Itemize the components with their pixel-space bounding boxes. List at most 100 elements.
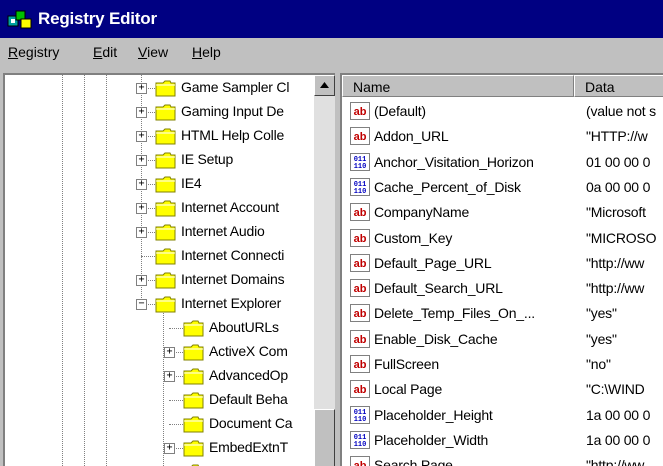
svg-text:ab: ab bbox=[354, 308, 367, 320]
folder-icon bbox=[155, 224, 176, 241]
value-name: Search Page bbox=[374, 457, 453, 466]
scroll-up-button[interactable] bbox=[314, 75, 335, 96]
tree-connector bbox=[169, 328, 183, 329]
menu-registry[interactable]: Registry bbox=[8, 44, 59, 60]
title-bar[interactable]: Registry Editor bbox=[0, 0, 663, 38]
scroll-thumb[interactable] bbox=[314, 409, 335, 466]
folder-icon bbox=[183, 440, 204, 457]
menu-edit[interactable]: Edit bbox=[93, 44, 117, 60]
tree-item[interactable]: + ActiveX Com bbox=[5, 341, 314, 365]
tree-item[interactable]: + Game Sampler Cl bbox=[5, 77, 314, 101]
expand-icon[interactable]: + bbox=[136, 83, 147, 94]
value-row[interactable]: ab FullScreen "no" bbox=[342, 352, 663, 377]
tree-item-label: Gaming Input De bbox=[181, 103, 284, 119]
value-row[interactable]: ab CompanyName "Microsoft bbox=[342, 200, 663, 225]
value-row[interactable]: 011 110 Placeholder_Height 1a 00 00 0 bbox=[342, 403, 663, 428]
value-row[interactable]: ab Default_Search_URL "http://ww bbox=[342, 276, 663, 301]
tree-item[interactable]: + IE4 bbox=[5, 173, 314, 197]
expand-icon[interactable]: + bbox=[164, 443, 175, 454]
expand-icon[interactable]: + bbox=[136, 275, 147, 286]
expand-icon[interactable]: + bbox=[136, 227, 147, 238]
value-name: Addon_URL bbox=[374, 128, 449, 145]
value-data: (value not s bbox=[586, 103, 656, 119]
tree-item[interactable]: + Internet Domains bbox=[5, 269, 314, 293]
tree-item[interactable]: + AdvancedOp bbox=[5, 365, 314, 389]
tree-item[interactable]: + Internet Account bbox=[5, 197, 314, 221]
column-header-data[interactable]: Data bbox=[574, 75, 663, 97]
binary-value-icon: 011110 bbox=[350, 405, 370, 424]
folder-icon bbox=[155, 272, 176, 289]
tree-item-label: AboutURLs bbox=[209, 319, 279, 335]
svg-text:110: 110 bbox=[354, 188, 367, 196]
tree-item[interactable]: Internet Connecti bbox=[5, 245, 314, 269]
menu-view[interactable]: View bbox=[138, 44, 168, 60]
tree-item[interactable]: + Internet Audio bbox=[5, 221, 314, 245]
tree-connector bbox=[169, 424, 183, 425]
menu-help[interactable]: Help bbox=[192, 44, 221, 60]
triangle-up-icon bbox=[320, 82, 329, 88]
value-row[interactable]: ab Default_Page_URL "http://ww bbox=[342, 251, 663, 276]
value-row[interactable]: ab Enable_Disk_Cache "yes" bbox=[342, 327, 663, 352]
folder-icon bbox=[155, 248, 176, 265]
expand-icon[interactable]: + bbox=[136, 155, 147, 166]
string-value-icon: ab bbox=[350, 203, 370, 222]
folder-icon bbox=[155, 296, 176, 313]
menu-registry-label: egistry bbox=[18, 44, 60, 60]
registry-editor-app-icon bbox=[7, 10, 32, 29]
registry-key-tree[interactable]: + Game Sampler Cl + Gaming Input De + HTML He… bbox=[3, 73, 335, 466]
svg-text:ab: ab bbox=[354, 258, 367, 270]
menu-help-mnemonic: H bbox=[192, 44, 203, 60]
binary-value-icon: 011110 bbox=[350, 177, 370, 196]
collapse-icon[interactable]: − bbox=[136, 299, 147, 310]
value-row[interactable]: ab Addon_URL "HTTP://w bbox=[342, 124, 663, 149]
value-data: 0a 00 00 0 bbox=[586, 178, 651, 195]
value-row[interactable]: 011 110 Cache_Percent_of_Disk 0a 00 00 0 bbox=[342, 175, 663, 200]
tree-item-label: AdvancedOp bbox=[209, 367, 288, 383]
value-row[interactable]: 011 110 Anchor_Visitation_Horizon 01 00 00 … bbox=[342, 150, 663, 175]
tree-item-label: Game Sampler Cl bbox=[181, 79, 290, 95]
folder-icon bbox=[183, 344, 204, 361]
menu-view-label: iew bbox=[147, 44, 169, 60]
svg-text:ab: ab bbox=[354, 283, 367, 295]
value-row[interactable]: ab Custom_Key "MICROSO bbox=[342, 226, 663, 251]
registry-values-list[interactable]: Name Data ab (Default) (value not s ab Addon… bbox=[340, 73, 663, 466]
svg-text:ab: ab bbox=[354, 106, 367, 118]
value-row[interactable]: 011 110 Placeholder_Width 1a 00 00 0 bbox=[342, 428, 663, 453]
tree-item-label: Internet Account bbox=[181, 199, 279, 215]
tree-item-label: HTML Help Colle bbox=[181, 127, 285, 143]
tree-vertical-scrollbar[interactable] bbox=[314, 75, 335, 466]
folder-icon bbox=[155, 200, 176, 217]
svg-text:ab: ab bbox=[354, 233, 367, 245]
tree-item[interactable]: Document Ca bbox=[5, 413, 314, 437]
main-content: + Game Sampler Cl + Gaming Input De + HTML He… bbox=[0, 70, 663, 466]
expand-icon[interactable]: + bbox=[164, 347, 175, 358]
tree-item[interactable]: − Internet Explorer bbox=[5, 293, 314, 317]
value-row[interactable]: ab Search Page "http://ww bbox=[342, 453, 663, 466]
value-data: "no" bbox=[586, 356, 611, 372]
tree-item-label: IE Setup bbox=[181, 151, 234, 167]
expand-icon[interactable]: + bbox=[136, 203, 147, 214]
tree-connector bbox=[141, 256, 155, 257]
tree-item[interactable]: + HTML Help Colle bbox=[5, 125, 314, 149]
string-value-icon: ab bbox=[350, 228, 370, 247]
tree-item[interactable]: + Gaming Input De bbox=[5, 101, 314, 125]
value-row[interactable]: ab Delete_Temp_Files_On_... "yes" bbox=[342, 301, 663, 326]
value-data: 1a 00 00 0 bbox=[586, 406, 651, 423]
folder-icon bbox=[183, 392, 204, 409]
column-header-name[interactable]: Name bbox=[342, 75, 574, 97]
expand-icon[interactable]: + bbox=[136, 107, 147, 118]
expand-icon[interactable]: + bbox=[164, 371, 175, 382]
value-row[interactable]: ab Local Page "C:\WIND bbox=[342, 377, 663, 402]
value-row[interactable]: ab (Default) (value not s bbox=[342, 99, 663, 124]
tree-item[interactable]: Default Beha bbox=[5, 389, 314, 413]
tree-item[interactable]: AboutURLs bbox=[5, 317, 314, 341]
tree-item[interactable]: + EmbedExtnT bbox=[5, 437, 314, 461]
binary-value-icon: 011110 bbox=[350, 430, 370, 449]
expand-icon[interactable]: + bbox=[136, 179, 147, 190]
svg-text:ab: ab bbox=[354, 359, 367, 371]
expand-icon[interactable]: + bbox=[136, 131, 147, 142]
tree-item-label: Internet Audio bbox=[181, 223, 265, 239]
string-value-icon: ab bbox=[350, 127, 370, 146]
menu-bar: Registry Edit View Help bbox=[0, 40, 663, 68]
tree-item[interactable]: + IE Setup bbox=[5, 149, 314, 173]
